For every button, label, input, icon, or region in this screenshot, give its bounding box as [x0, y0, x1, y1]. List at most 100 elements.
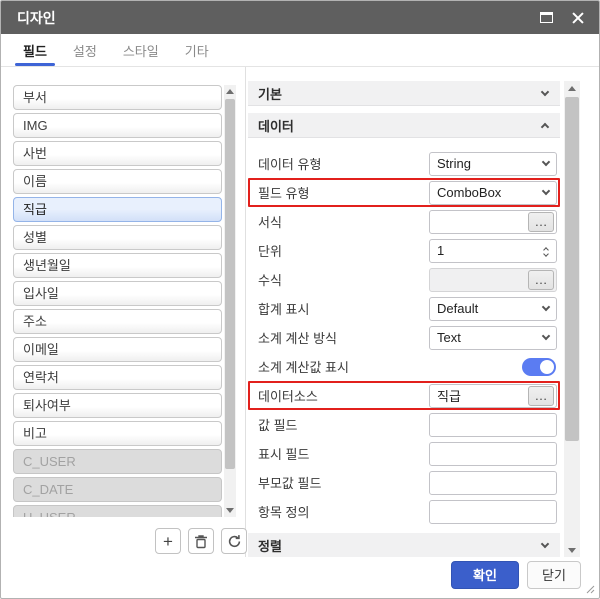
ellipsis-button[interactable]: …	[528, 211, 554, 232]
select-value: ComboBox	[437, 185, 502, 200]
property-label: 값 필드	[258, 418, 298, 433]
list-item[interactable]: 비고	[13, 421, 222, 446]
select-value: Default	[437, 301, 479, 316]
refresh-button[interactable]	[221, 528, 247, 554]
datasource-input[interactable]: 직급 …	[429, 383, 557, 408]
scroll-up-icon[interactable]	[564, 81, 580, 95]
field-list-scrollbar[interactable]	[224, 85, 236, 517]
subtotal-value-toggle[interactable]	[522, 357, 556, 376]
ok-button[interactable]: 확인	[451, 560, 519, 589]
section-title: 정렬	[258, 538, 282, 554]
subtotal-method-select[interactable]: Text	[429, 325, 557, 350]
field-list: 부서 IMG 사번 이름 직급 성별 생년월일 입사일 주소 이메일 연락처 퇴…	[13, 85, 222, 517]
scroll-down-icon[interactable]	[564, 543, 580, 557]
property-row-subtotal-method: 소계 계산 방식 Text	[248, 323, 560, 352]
property-label: 데이터소스	[258, 389, 318, 404]
property-row-formula: 수식 …	[248, 265, 560, 294]
list-item[interactable]: 이름	[13, 169, 222, 194]
list-item[interactable]: 생년월일	[13, 253, 222, 278]
chevron-down-icon	[540, 87, 550, 96]
properties-panel: 기본 데이터 데이터 유형 String 필드 유형 ComboBox 서식 ……	[246, 67, 599, 557]
list-item-disabled: C_USER	[13, 449, 222, 474]
close-button[interactable]: 닫기	[527, 560, 581, 589]
list-item[interactable]: 부서	[13, 85, 222, 110]
chevron-down-icon	[541, 157, 551, 167]
property-label: 데이터 유형	[258, 157, 322, 172]
property-label: 수식	[258, 273, 282, 288]
plus-icon: +	[163, 531, 173, 551]
ellipsis-button[interactable]: …	[528, 385, 554, 406]
section-header-sort[interactable]: 정렬	[248, 533, 560, 557]
property-label: 서식	[258, 215, 282, 230]
property-row-value-field: 값 필드	[248, 410, 560, 439]
section-header-data[interactable]: 데이터	[248, 113, 560, 138]
chevron-down-icon	[541, 302, 551, 312]
close-icon[interactable]	[571, 11, 585, 25]
list-item-disabled: C_DATE	[13, 477, 222, 502]
tab-style[interactable]: 스타일	[117, 34, 165, 66]
tab-bar: 필드 설정 스타일 기타	[1, 34, 599, 67]
formula-input: …	[429, 267, 557, 292]
select-value: Text	[437, 330, 461, 345]
toggle-knob	[540, 359, 554, 374]
property-row-total-display: 합계 표시 Default	[248, 294, 560, 323]
input-value: 직급	[437, 389, 461, 404]
data-type-select[interactable]: String	[429, 151, 557, 176]
display-field-input[interactable]	[429, 441, 557, 466]
scroll-up-icon[interactable]	[224, 85, 236, 98]
spinner-value: 1	[437, 243, 445, 258]
tab-fields[interactable]: 필드	[15, 34, 55, 66]
list-item[interactable]: 퇴사여부	[13, 393, 222, 418]
tab-etc[interactable]: 기타	[179, 34, 215, 66]
property-row-format: 서식 …	[248, 207, 560, 236]
unit-spinner[interactable]: 1	[429, 238, 557, 263]
list-item[interactable]: 연락처	[13, 365, 222, 390]
add-field-button[interactable]: +	[155, 528, 181, 554]
properties-scrollbar[interactable]	[564, 81, 580, 557]
item-definition-input[interactable]	[429, 499, 557, 524]
list-item[interactable]: 입사일	[13, 281, 222, 306]
property-row-parent-value-field: 부모값 필드	[248, 468, 560, 497]
section-header-basic[interactable]: 기본	[248, 81, 560, 106]
resize-grip[interactable]	[585, 584, 595, 594]
field-type-select[interactable]: ComboBox	[429, 180, 557, 205]
list-item[interactable]: 성별	[13, 225, 222, 250]
property-row-subtotal-value-display: 소계 계산값 표시	[248, 352, 560, 381]
list-item[interactable]: 이메일	[13, 337, 222, 362]
property-row-item-definition: 항목 정의	[248, 497, 560, 526]
tab-label: 설정	[72, 43, 97, 59]
property-row-datasource: 데이터소스 직급 …	[248, 381, 560, 410]
list-item[interactable]: IMG	[13, 113, 222, 138]
parent-value-field-input[interactable]	[429, 470, 557, 495]
field-list-panel: 부서 IMG 사번 이름 직급 성별 생년월일 입사일 주소 이메일 연락처 퇴…	[1, 67, 247, 557]
delete-field-button[interactable]	[188, 528, 214, 554]
tab-settings[interactable]: 설정	[67, 34, 103, 66]
property-label: 부모값 필드	[258, 476, 322, 491]
scroll-down-icon[interactable]	[224, 504, 236, 517]
dialog-footer: 확인 닫기	[1, 557, 599, 598]
property-label: 표시 필드	[258, 447, 310, 462]
property-label: 항목 정의	[258, 505, 310, 520]
titlebar: 디자인	[1, 1, 599, 34]
maximize-icon[interactable]	[540, 12, 553, 23]
scrollbar-thumb[interactable]	[225, 99, 235, 469]
chevron-down-icon	[541, 331, 551, 341]
trash-icon	[195, 534, 207, 548]
format-input[interactable]: …	[429, 209, 557, 234]
total-display-select[interactable]: Default	[429, 296, 557, 321]
list-item-disabled: U_USER	[13, 505, 222, 517]
spinner-down-icon[interactable]	[543, 251, 549, 257]
select-value: String	[437, 156, 471, 171]
scrollbar-thumb[interactable]	[565, 97, 579, 441]
section-title: 기본	[258, 86, 282, 102]
design-dialog: 디자인 필드 설정 스타일 기타 부서 IMG 사번 이름 직급 성별 생년월일	[0, 0, 600, 599]
dialog-body: 부서 IMG 사번 이름 직급 성별 생년월일 입사일 주소 이메일 연락처 퇴…	[1, 67, 599, 557]
ellipsis-button[interactable]: …	[528, 269, 554, 290]
value-field-input[interactable]	[429, 412, 557, 437]
list-item-selected[interactable]: 직급	[13, 197, 222, 222]
chevron-down-icon	[540, 539, 550, 548]
list-item[interactable]: 주소	[13, 309, 222, 334]
property-row-field-type: 필드 유형 ComboBox	[248, 178, 560, 207]
list-item[interactable]: 사번	[13, 141, 222, 166]
chevron-down-icon	[541, 186, 551, 196]
